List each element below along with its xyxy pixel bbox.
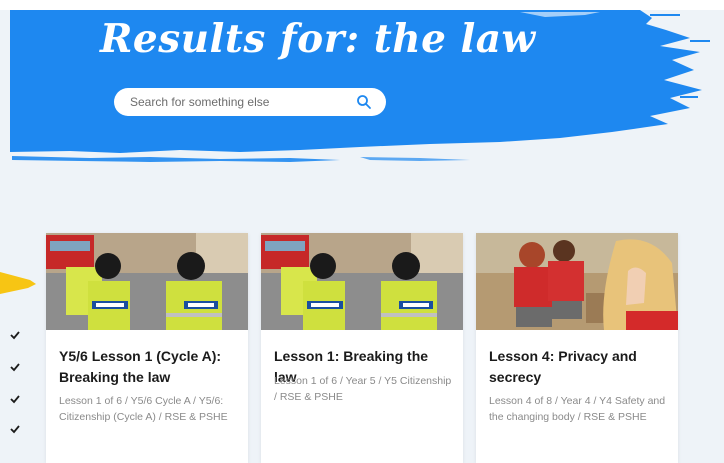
search-icon[interactable]: [356, 94, 372, 110]
police-officers-photo[interactable]: [261, 233, 463, 330]
check-icon: [10, 331, 20, 340]
children-whispering-photo[interactable]: [476, 233, 678, 330]
check-icon: [10, 395, 20, 404]
card-meta: Lesson 4 of 8 / Year 4 / Y4 Safety and t…: [489, 395, 666, 423]
check-icon: [10, 363, 20, 372]
result-card[interactable]: Lesson 1: Breaking the law Lesson 1 of 6…: [261, 233, 463, 463]
result-card[interactable]: Lesson 4: Privacy and secrecy Lesson 4 o…: [476, 233, 678, 463]
search-bar[interactable]: [114, 88, 386, 116]
page-title: Results for: the law: [100, 16, 536, 62]
yellow-brush-decoration: [0, 272, 36, 294]
card-meta: Lesson 1 of 6 / Y5/6 Cycle A / Y5/6: Cit…: [59, 395, 228, 423]
search-results-hero: Results for: the law: [0, 0, 724, 190]
card-title[interactable]: Lesson 4: Privacy and secrecy: [489, 346, 667, 388]
card-meta: Lesson 1 of 6 / Year 5 / Y5 Citizenship …: [274, 375, 452, 403]
check-icon: [10, 425, 20, 434]
result-card[interactable]: Y5/6 Lesson 1 (Cycle A): Breaking the la…: [46, 233, 248, 463]
police-officers-photo[interactable]: [46, 233, 248, 330]
search-input[interactable]: [130, 88, 350, 116]
card-title[interactable]: Y5/6 Lesson 1 (Cycle A): Breaking the la…: [59, 346, 237, 388]
